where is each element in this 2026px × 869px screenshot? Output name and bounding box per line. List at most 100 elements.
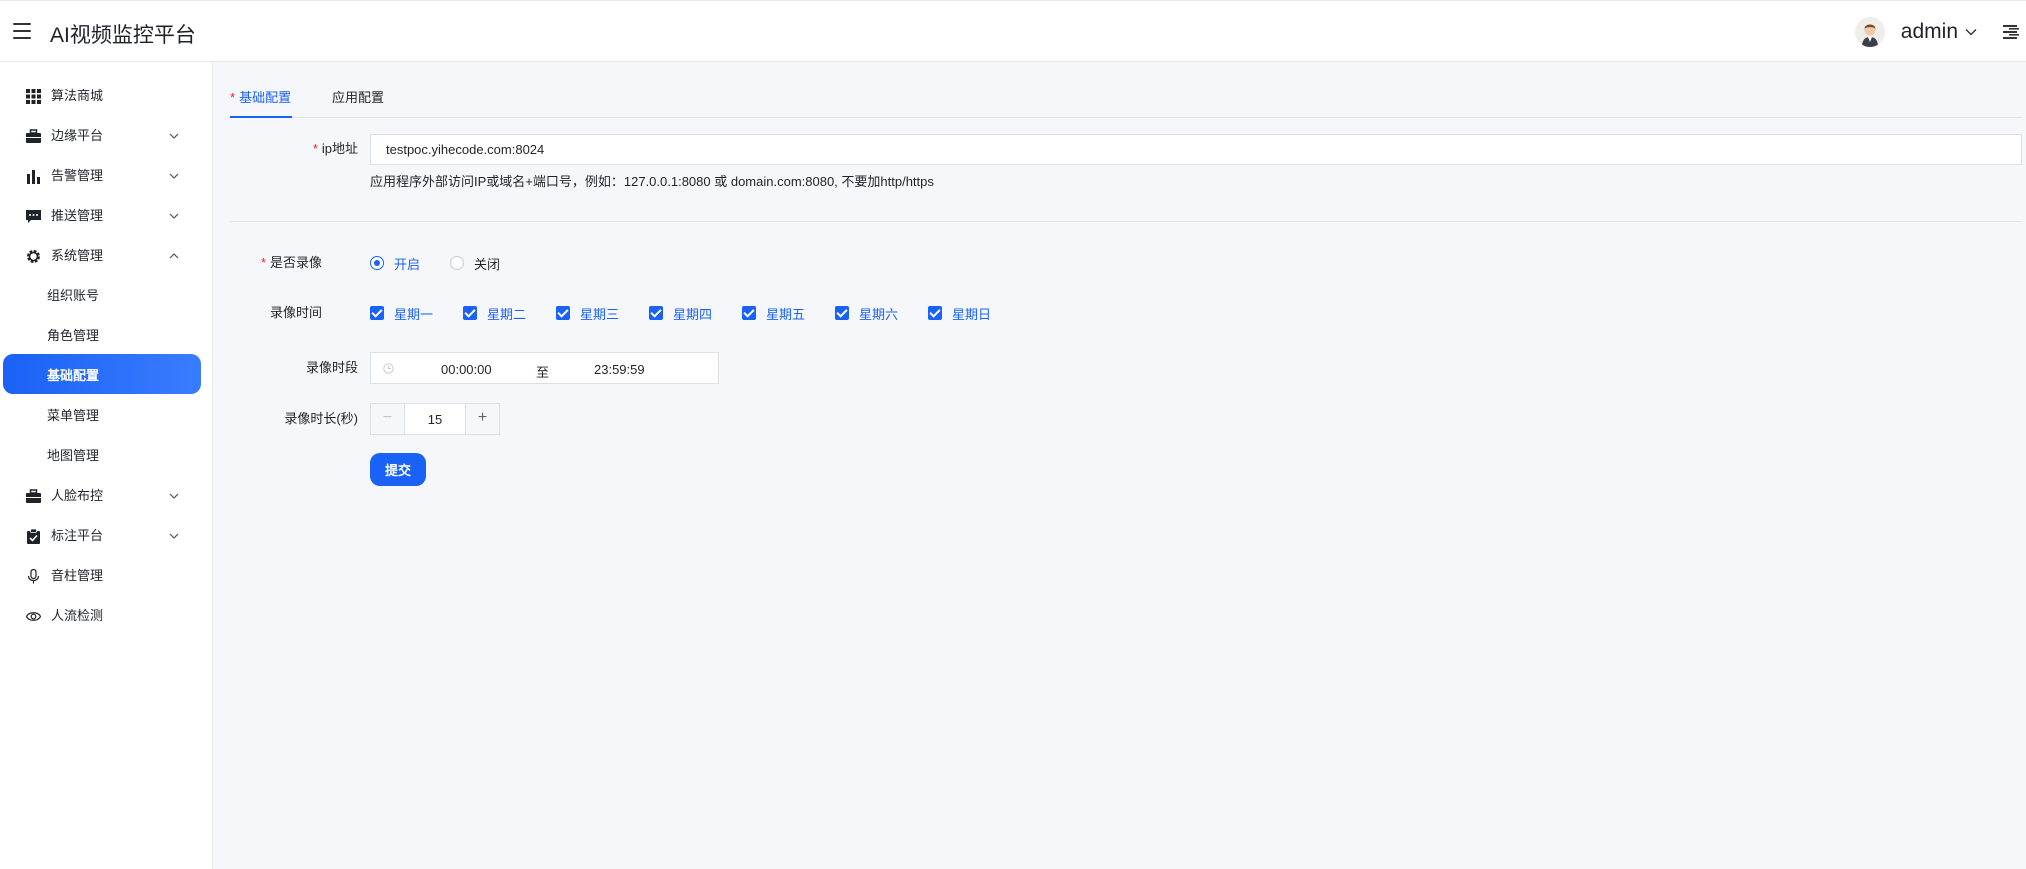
sidebar-subitem-basic-config[interactable]: 基础配置: [3, 354, 201, 394]
clipboard-check-icon: [27, 529, 40, 544]
ip-address-input[interactable]: [370, 134, 2022, 165]
day-checkbox-fri[interactable]: 星期五: [742, 305, 806, 322]
record-off-radio[interactable]: 关闭: [450, 255, 500, 272]
sidebar-item-push-management[interactable]: 推送管理: [0, 196, 213, 236]
day-checkbox-sat[interactable]: 星期六: [835, 305, 899, 322]
day-checkbox-thu[interactable]: 星期四: [649, 305, 712, 322]
sidebar-item-label: 音柱管理: [51, 568, 104, 583]
sidebar-item-system-management[interactable]: 系统管理: [0, 236, 213, 276]
avatar[interactable]: [1854, 17, 1885, 47]
sidebar-item-label: 边缘平台: [51, 128, 104, 143]
section-divider: [230, 221, 2022, 222]
sidebar-subitem-label: 角色管理: [47, 328, 100, 343]
sidebar-item-label: 人脸布控: [51, 488, 104, 503]
day-checkbox-wed[interactable]: 星期三: [556, 305, 620, 322]
sidebar-item-label: 算法商城: [51, 88, 104, 103]
radio-circle[interactable]: [450, 256, 464, 270]
tab-basic-config[interactable]: * 基础配置: [230, 90, 291, 106]
eye-icon: [26, 612, 41, 621]
sidebar-item-label: 人流检测: [51, 608, 104, 623]
chevron-down-icon: [169, 133, 179, 139]
sidebar: 算法商城 边缘平台 告警管理 推送管理 系统管理 组织账号 角色管理 基础配置 …: [0, 62, 213, 869]
chevron-down-icon[interactable]: [1964, 25, 1978, 39]
sidebar-item-speaker-management[interactable]: 音柱管理: [0, 556, 213, 596]
app-title: AI视频监控平台: [50, 24, 196, 47]
ip-hint-text: 应用程序外部访问IP或域名+端口号，例如：127.0.0.1:8080 或 do…: [370, 174, 934, 189]
sidebar-item-alarm-management[interactable]: 告警管理: [0, 156, 213, 196]
top-header: AI视频监控平台 admin: [0, 0, 2026, 62]
required-mark: *: [230, 90, 236, 105]
sidebar-subitem-label: 组织账号: [47, 288, 100, 303]
microphone-icon: [27, 569, 40, 584]
checkbox-box[interactable]: [649, 306, 663, 320]
sidebar-item-face-control[interactable]: 人脸布控: [0, 476, 213, 516]
ip-label-text: ip地址: [321, 141, 358, 156]
sidebar-item-label: 系统管理: [51, 248, 104, 263]
record-label-text: 是否录像: [269, 255, 322, 270]
gear-icon: [27, 250, 40, 263]
checkbox-label: 星期三: [580, 306, 620, 322]
sidebar-item-label: 告警管理: [51, 168, 104, 183]
checkbox-label: 星期五: [766, 306, 806, 322]
radio-circle[interactable]: [370, 256, 384, 270]
checkbox-box[interactable]: [370, 306, 384, 320]
duration-value[interactable]: 15: [405, 412, 465, 427]
required-mark: *: [312, 141, 318, 156]
username[interactable]: admin: [1901, 20, 1958, 44]
sidebar-subitem-org-accounts[interactable]: 组织账号: [0, 276, 213, 316]
checkbox-box[interactable]: [742, 306, 756, 320]
checkbox-label: 星期二: [487, 306, 527, 322]
tab-label: 基础配置: [239, 90, 292, 105]
sidebar-subitem-menu-management[interactable]: 菜单管理: [0, 396, 213, 436]
active-tab-indicator: [230, 116, 292, 118]
sidebar-subitem-label: 基础配置: [47, 368, 100, 383]
checkbox-box[interactable]: [835, 306, 849, 320]
increment-button[interactable]: +: [465, 404, 499, 434]
range-separator: 至: [536, 365, 550, 380]
start-time[interactable]: 00:00:00: [441, 362, 492, 377]
day-checkbox-sun[interactable]: 星期日: [928, 305, 992, 322]
radio-label: 开启: [394, 256, 421, 272]
chevron-up-icon: [169, 253, 179, 259]
menu-toggle-icon[interactable]: [13, 23, 31, 39]
bar-chart-icon: [27, 170, 40, 184]
more-menu-icon[interactable]: [2002, 23, 2020, 41]
checkbox-box[interactable]: [556, 306, 570, 320]
tab-label: 应用配置: [332, 90, 385, 105]
record-label: * 是否录像: [192, 255, 322, 271]
sidebar-item-label: 推送管理: [51, 208, 104, 223]
chevron-down-icon: [169, 213, 179, 219]
sidebar-item-annotation-platform[interactable]: 标注平台: [0, 516, 213, 556]
checkbox-box[interactable]: [463, 306, 477, 320]
chevron-down-icon: [169, 493, 179, 499]
submit-button[interactable]: 提交: [370, 453, 426, 486]
record-on-radio[interactable]: 开启: [370, 255, 421, 272]
checkbox-label: 星期一: [394, 306, 434, 322]
decrement-button[interactable]: −: [371, 404, 405, 434]
sidebar-item-algorithm-store[interactable]: 算法商城: [0, 76, 213, 116]
record-period-label: 录像时段: [305, 360, 358, 375]
day-checkbox-tue[interactable]: 星期二: [463, 305, 527, 322]
required-mark: *: [260, 255, 266, 270]
tab-app-config[interactable]: 应用配置: [332, 90, 384, 106]
checkbox-label: 星期日: [952, 306, 992, 322]
checkbox-label: 星期六: [859, 306, 899, 322]
sidebar-subitem-map-management[interactable]: 地图管理: [0, 436, 213, 476]
day-checkbox-mon[interactable]: 星期一: [370, 305, 434, 322]
checkbox-box[interactable]: [928, 306, 942, 320]
clock-icon: [383, 363, 394, 374]
duration-stepper[interactable]: − 15 +: [370, 403, 500, 435]
sidebar-item-label: 标注平台: [51, 528, 104, 543]
user-menu[interactable]: admin: [1854, 16, 1978, 48]
ip-label: * ip地址: [228, 141, 358, 157]
sidebar-item-edge-platform[interactable]: 边缘平台: [0, 116, 213, 156]
config-tabs: * 基础配置 应用配置: [230, 82, 2022, 118]
end-time[interactable]: 23:59:59: [594, 362, 645, 377]
sidebar-subitem-role-management[interactable]: 角色管理: [0, 316, 213, 356]
time-range-picker[interactable]: 00:00:00 至 23:59:59: [370, 352, 719, 384]
briefcase-icon: [26, 489, 41, 503]
record-duration-label: 录像时长(秒): [284, 411, 358, 426]
message-icon: [26, 210, 41, 223]
sidebar-subitem-label: 菜单管理: [47, 408, 100, 423]
sidebar-item-crowd-detection[interactable]: 人流检测: [0, 596, 213, 636]
